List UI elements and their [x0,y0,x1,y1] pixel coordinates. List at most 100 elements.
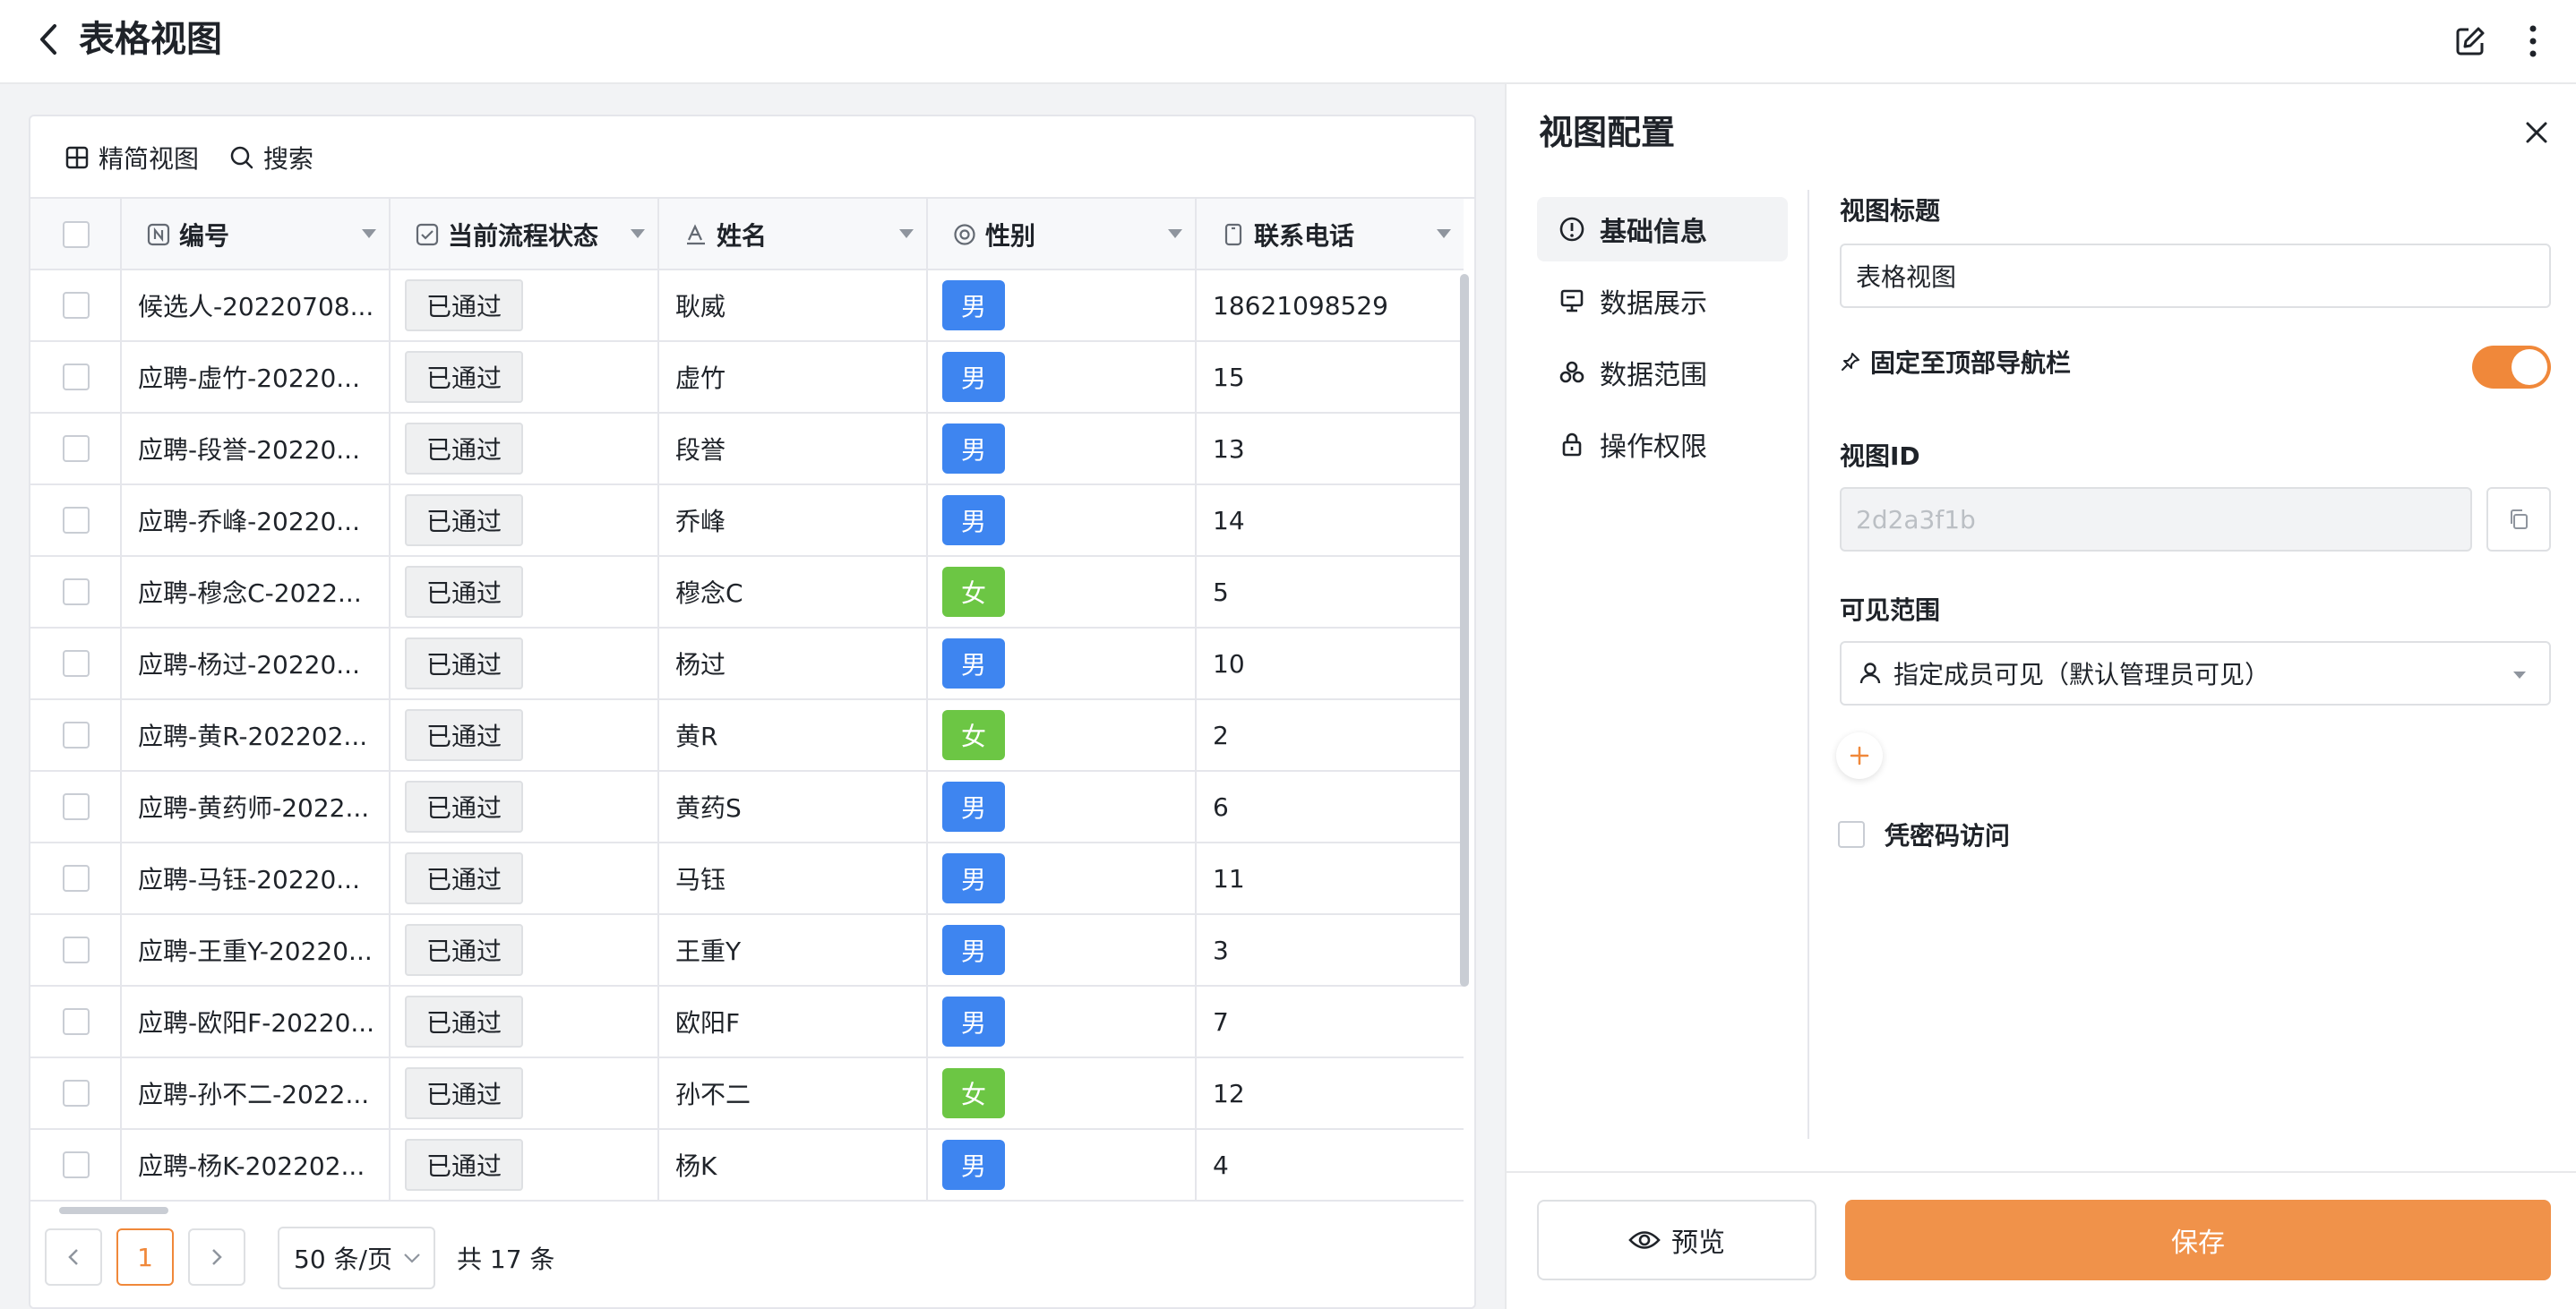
edit-button[interactable] [2451,21,2490,61]
row-checkbox[interactable] [63,937,90,963]
row-checkbox[interactable] [63,793,90,820]
cell-status: 已通过 [391,1058,659,1128]
gender-badge: 男 [942,782,1005,832]
chevron-down-icon[interactable] [1168,229,1182,238]
gender-badge: 男 [942,853,1005,903]
table-row[interactable] [30,1202,1464,1211]
cell-status: 已通过 [391,342,659,412]
table-row[interactable]: 应聘-杨过-20220... 已通过 杨过 男 10 [30,629,1464,700]
table-row[interactable]: 应聘-马钰-20220... 已通过 马钰 男 11 [30,843,1464,915]
phone-field-icon [1222,223,1245,246]
compact-view-label: 精简视图 [99,144,200,174]
view-id-label: 视图ID [1840,441,1920,471]
row-checkbox[interactable] [63,1008,90,1035]
select-all-checkbox[interactable] [63,221,90,248]
pin-label: 固定至顶部导航栏 [1870,348,2072,378]
nav-permissions[interactable]: 操作权限 [1537,412,1788,476]
cell-name-text: 马钰 [675,865,726,894]
row-select-cell [30,1130,122,1200]
view-title-input[interactable] [1840,244,2551,308]
cell-phone: 13 [1197,414,1464,483]
table-row[interactable]: 应聘-黄R-202202... 已通过 黄R 女 2 [30,700,1464,772]
row-checkbox[interactable] [63,865,90,892]
cell-status: 已通过 [391,629,659,698]
table-row[interactable]: 应聘-乔峰-20220... 已通过 乔峰 男 14 [30,485,1464,557]
table-row[interactable]: 应聘-欧阳F-20220... 已通过 欧阳F 男 7 [30,987,1464,1058]
nav-data-display[interactable]: 数据展示 [1537,269,1788,333]
row-checkbox[interactable] [63,1151,90,1178]
status-badge: 已通过 [405,1139,524,1191]
cell-id-text: 应聘-欧阳F-20220... [138,1008,375,1038]
cell-id-text: 应聘-孙不二-2022... [138,1080,370,1109]
cell-id: 应聘-马钰-20220... [122,843,391,913]
table-row[interactable]: 应聘-穆念C-2022... 已通过 穆念C 女 5 [30,557,1464,629]
cell-gender: 女 [928,557,1197,627]
cell-name: 王重Y [659,915,928,985]
gender-badge: 男 [942,280,1005,330]
cell-phone-text: 18621098529 [1213,290,1388,321]
nav-data-range[interactable]: 数据范围 [1537,340,1788,405]
cell-status: 已通过 [391,414,659,483]
cell-id: 应聘-黄R-202202... [122,700,391,770]
row-checkbox[interactable] [63,435,90,462]
more-button[interactable] [2515,20,2551,63]
cell-name: 欧阳F [659,987,928,1057]
table-row[interactable]: 候选人-20220708... 已通过 耿威 男 18621098529 [30,270,1464,342]
compact-view-button[interactable]: 精简视图 [64,138,199,177]
row-checkbox[interactable] [63,578,90,605]
header-phone[interactable]: 联系电话 [1197,199,1464,270]
table-row[interactable]: 应聘-段誉-20220... 已通过 段誉 男 13 [30,414,1464,485]
gender-badge: 女 [942,567,1005,617]
horizontal-scrollbar[interactable] [59,1207,168,1214]
next-page-button[interactable] [188,1228,245,1286]
row-checkbox[interactable] [63,507,90,534]
cell-gender: 女 [928,700,1197,770]
cell-id-text: 应聘-段誉-20220... [138,435,360,465]
table-row[interactable]: 应聘-杨K-202202... 已通过 杨K 男 4 [30,1130,1464,1202]
save-button[interactable]: 保存 [1845,1200,2551,1280]
header-status[interactable]: 当前流程状态 [391,199,659,270]
cell-phone-text: 6 [1213,791,1229,822]
table-row[interactable]: 应聘-孙不二-2022... 已通过 孙不二 女 12 [30,1058,1464,1130]
preview-button[interactable]: 预览 [1537,1200,1816,1280]
table-row[interactable]: 应聘-虚竹-20220... 已通过 虚竹 男 15 [30,342,1464,414]
row-checkbox[interactable] [63,364,90,390]
chevron-down-icon[interactable] [631,229,645,238]
vertical-scrollbar[interactable] [1460,274,1469,987]
gender-badge: 男 [942,495,1005,545]
row-checkbox[interactable] [63,650,90,677]
back-button[interactable] [32,21,64,57]
table-row[interactable]: 应聘-王重Y-20220... 已通过 王重Y 男 3 [30,915,1464,987]
cell-gender: 男 [928,485,1197,555]
visibility-select[interactable]: 指定成员可见（默认管理员可见） [1840,641,2551,706]
table-row[interactable]: 应聘-黄药师-2022... 已通过 黄药S 男 6 [30,772,1464,843]
cell-id: 应聘-穆念C-2022... [122,557,391,627]
cell-name-text: 黄药S [675,793,742,823]
row-checkbox[interactable] [63,292,90,319]
header-id[interactable]: 编号 [122,199,391,270]
page-size-select[interactable]: 50 条/页 [278,1227,435,1289]
close-button[interactable] [2519,115,2555,150]
prev-page-button[interactable] [45,1228,102,1286]
cell-id: 应聘-段誉-20220... [122,414,391,483]
cell-id: 应聘-黄药师-2022... [122,772,391,842]
chevron-down-icon[interactable] [362,229,376,238]
add-member-button[interactable] [1836,732,1883,779]
chevron-down-icon[interactable] [1437,229,1451,238]
cell-name: 虚竹 [659,342,928,412]
cell-phone: 5 [1197,557,1464,627]
footer-divider [1507,1171,2576,1173]
row-checkbox[interactable] [63,1080,90,1107]
header-gender[interactable]: 性别 [928,199,1197,270]
search-button[interactable]: 搜索 [229,138,313,177]
row-checkbox[interactable] [63,722,90,749]
filter-scope-icon [1558,359,1585,386]
pin-toggle[interactable] [2472,346,2551,389]
password-access-checkbox[interactable] [1838,821,1865,848]
header-name[interactable]: 姓名 [659,199,928,270]
nav-basic-info[interactable]: 基础信息 [1537,197,1788,261]
chevron-down-icon[interactable] [899,229,914,238]
page-number-current[interactable]: 1 [116,1228,174,1286]
cell-id: 应聘-孙不二-2022... [122,1058,391,1128]
copy-id-button[interactable] [2486,487,2551,552]
